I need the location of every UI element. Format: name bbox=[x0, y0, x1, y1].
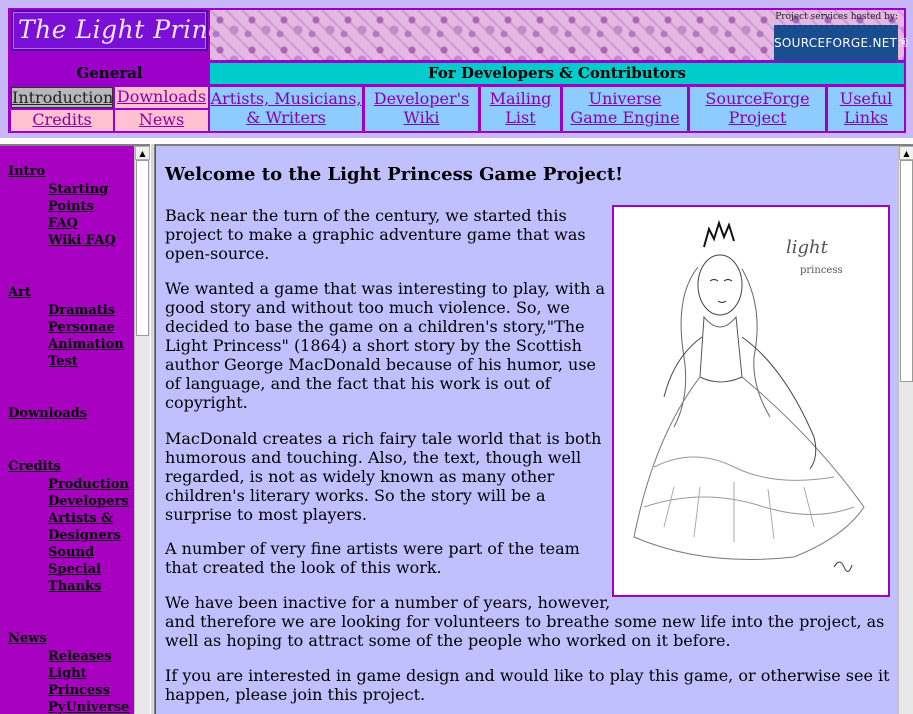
nav-sourceforge-project[interactable]: SourceForge Project bbox=[690, 87, 825, 131]
sourceforge-logo[interactable]: SOURCEFORGE.NET® bbox=[774, 25, 909, 61]
nav-artists-musicians-writers[interactable]: Artists, Musicians, & Writers bbox=[210, 87, 362, 131]
nav-label-line2: Game Engine bbox=[570, 108, 680, 127]
sidebar-item-thanks[interactable]: Thanks bbox=[48, 578, 101, 595]
nav-label-line2: Project bbox=[728, 108, 787, 127]
nav-label-line1: Useful bbox=[839, 89, 893, 108]
sidebar-group-news[interactable]: News bbox=[8, 631, 47, 646]
paragraph-volunteers: and therefore we are looking for volunte… bbox=[165, 612, 885, 650]
paragraph-artists: A number of very fine artists were part … bbox=[165, 539, 580, 577]
main-scrollbar[interactable]: ▲ bbox=[898, 146, 913, 714]
nav-label-line2: & Writers bbox=[246, 108, 326, 127]
nav-label-line1: Universe bbox=[588, 89, 662, 108]
sidebar-item-light[interactable]: Light bbox=[48, 665, 87, 682]
sidebar-item-releases[interactable]: Releases bbox=[48, 648, 112, 665]
nav-useful-links[interactable]: Useful Links bbox=[828, 87, 904, 131]
nav-label-line2: Links bbox=[844, 108, 888, 127]
paragraph-join: If you are interested in game design and… bbox=[165, 666, 890, 704]
nav-universe-game-engine[interactable]: Universe Game Engine bbox=[563, 87, 687, 131]
paragraph-intro: Back near the turn of the century, we st… bbox=[165, 206, 586, 263]
sidebar-item-designers[interactable]: Designers bbox=[48, 527, 121, 544]
nav-introduction[interactable]: Introduction bbox=[11, 87, 113, 108]
sidebar-item-pyuniverse[interactable]: PyUniverse bbox=[48, 699, 129, 714]
sidebar-item-sound[interactable]: Sound bbox=[48, 544, 94, 561]
sidebar-item-artists[interactable]: Artists & bbox=[48, 510, 113, 527]
sidebar-item-wiki-faq[interactable]: Wiki FAQ bbox=[48, 232, 116, 249]
sidebar-item-test[interactable]: Test bbox=[48, 353, 78, 370]
main-frame: Welcome to the Light Princess Game Proje… bbox=[155, 144, 913, 714]
nav-credits[interactable]: Credits bbox=[11, 110, 113, 131]
nav-label-line1: Artists, Musicians, bbox=[210, 89, 362, 108]
paragraph-macdonald: MacDonald creates a rich fairy tale worl… bbox=[165, 429, 602, 524]
sidebar-group-downloads[interactable]: Downloads bbox=[8, 406, 87, 421]
sketch-caption-light: light bbox=[786, 237, 829, 258]
sidebar-item-animation[interactable]: Animation bbox=[48, 336, 124, 353]
nav-mailing-list[interactable]: Mailing List bbox=[481, 87, 560, 131]
nav-label-line1: SourceForge bbox=[705, 89, 810, 108]
decorative-pattern-banner: Project services hosted by: SOURCEFORGE.… bbox=[210, 10, 909, 61]
scroll-up-arrow-icon[interactable]: ▲ bbox=[135, 146, 150, 160]
hosting-caption: Project services hosted by: bbox=[775, 12, 898, 22]
sidebar-item-personae[interactable]: Personae bbox=[48, 319, 115, 336]
nav-label-line2: Wiki bbox=[403, 108, 440, 127]
sidebar-item-starting[interactable]: Starting bbox=[48, 181, 108, 198]
sidebar-group-credits[interactable]: Credits bbox=[8, 459, 61, 474]
sidebar-item-faq[interactable]: FAQ bbox=[48, 215, 78, 232]
sidebar-scrollbar[interactable]: ▲ bbox=[134, 146, 150, 714]
paragraph-inactive: We have been inactive for a number of ye… bbox=[165, 593, 611, 612]
sidebar-item-dramatis[interactable]: Dramatis bbox=[48, 302, 115, 319]
nav-downloads[interactable]: Downloads bbox=[115, 87, 208, 108]
paragraph-story: We wanted a game that was interesting to… bbox=[165, 279, 606, 412]
light-princess-sketch-image: light princess bbox=[612, 205, 890, 597]
sidebar-item-special[interactable]: Special bbox=[48, 561, 101, 578]
header-frame: The Light Princess Project services host… bbox=[0, 0, 913, 138]
nav-developers-wiki[interactable]: Developer's Wiki bbox=[365, 87, 478, 131]
princess-sketch-icon: light princess bbox=[633, 219, 865, 572]
sidebar-item-points[interactable]: Points bbox=[48, 198, 94, 215]
sketch-caption-princess: princess bbox=[800, 265, 843, 276]
sidebar-item-production[interactable]: Production bbox=[48, 476, 129, 493]
nav-label-line1: Mailing bbox=[489, 89, 552, 108]
site-logo[interactable]: The Light Princess bbox=[11, 10, 264, 51]
sidebar-group-art[interactable]: Art bbox=[8, 285, 31, 300]
nav-news[interactable]: News bbox=[115, 110, 208, 131]
general-heading: General bbox=[11, 63, 208, 84]
sidebar-frame: Intro Starting Points FAQ Wiki FAQ Art D… bbox=[0, 144, 150, 714]
scroll-up-arrow-icon[interactable]: ▲ bbox=[899, 146, 913, 160]
nav-label-line2: List bbox=[505, 108, 536, 127]
sidebar-item-developers[interactable]: Developers bbox=[48, 493, 129, 510]
developers-heading: For Developers & Contributors bbox=[210, 63, 904, 84]
main-scroll-thumb[interactable] bbox=[900, 160, 913, 382]
main-content: Welcome to the Light Princess Game Proje… bbox=[156, 146, 898, 714]
page-title: Welcome to the Light Princess Game Proje… bbox=[165, 164, 624, 185]
header-panel: The Light Princess Project services host… bbox=[8, 8, 909, 133]
sidebar-group-intro[interactable]: Intro bbox=[8, 164, 45, 179]
sidebar-scroll-thumb[interactable] bbox=[136, 160, 149, 336]
sidebar-item-princess[interactable]: Princess bbox=[48, 682, 110, 699]
sidebar-nav: Intro Starting Points FAQ Wiki FAQ Art D… bbox=[0, 146, 134, 714]
nav-label-line1: Developer's bbox=[373, 89, 470, 108]
